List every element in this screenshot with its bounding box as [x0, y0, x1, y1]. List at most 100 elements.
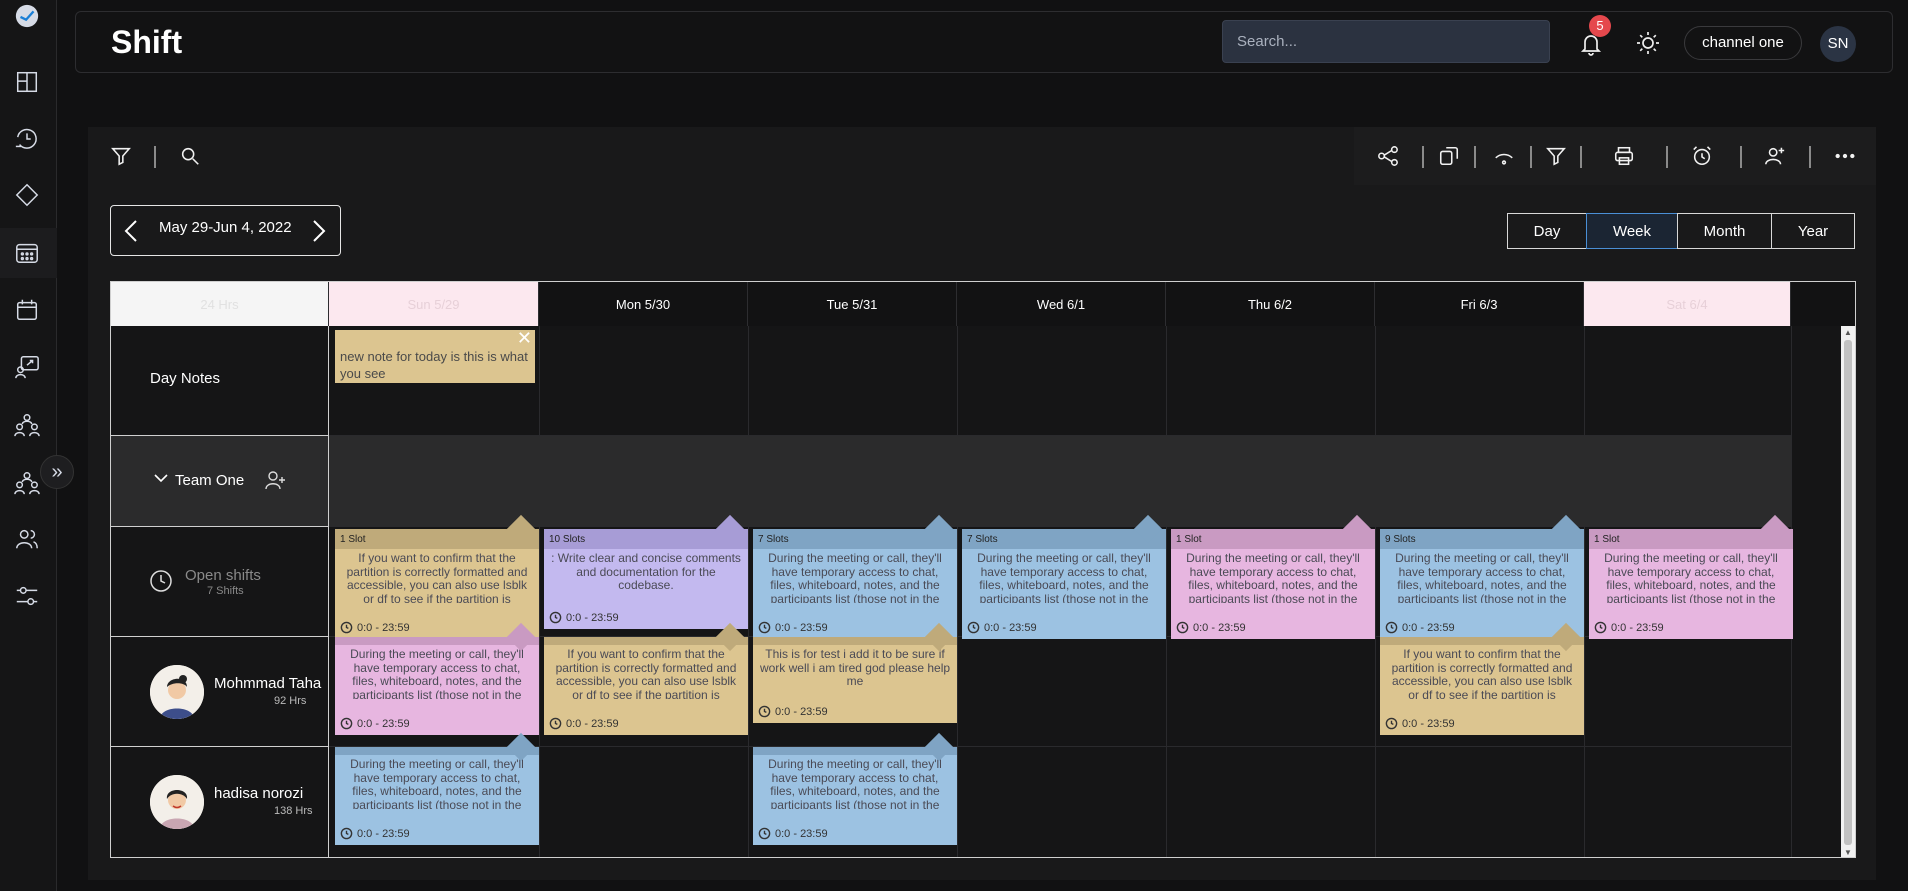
- presentation-icon[interactable]: [13, 353, 41, 381]
- diamond-icon[interactable]: [13, 181, 41, 209]
- shift-time-text: 0:0 - 23:59: [566, 717, 619, 730]
- view-day-button[interactable]: Day: [1507, 213, 1587, 249]
- day-header[interactable]: Tue 5/31: [748, 282, 957, 326]
- shift-card[interactable]: 1 Slot If you want to confirm that the pa…: [335, 514, 539, 639]
- slot-count: 10 Slots: [544, 529, 748, 549]
- team-icon[interactable]: [13, 411, 41, 439]
- grid-line: [329, 746, 1791, 747]
- channel-selector-button[interactable]: channel one: [1684, 26, 1802, 60]
- next-week-chevron-right-icon[interactable]: [307, 219, 329, 243]
- app-title: Shift: [111, 24, 183, 60]
- view-year-button[interactable]: Year: [1771, 213, 1855, 249]
- shift-time-text: 0:0 - 23:59: [357, 621, 410, 634]
- day-header[interactable]: Sun 5/29: [329, 282, 539, 326]
- shift-description: If you want to confirm that the partitio…: [555, 647, 737, 699]
- view-week-button[interactable]: Week: [1586, 213, 1678, 249]
- side-rail: »: [0, 0, 74, 891]
- shift-time: 0:0 - 23:59: [1594, 621, 1664, 634]
- toolbar-divider: [1809, 146, 1811, 168]
- header-spacer: [1791, 282, 1855, 326]
- shift-card[interactable]: This is for test i add it to be sure if …: [753, 622, 957, 723]
- shift-card[interactable]: 7 Slots During the meeting or call, they'…: [962, 514, 1166, 639]
- group-icon[interactable]: [13, 469, 41, 497]
- day-header[interactable]: Fri 6/3: [1375, 282, 1584, 326]
- avatar[interactable]: [150, 775, 204, 829]
- calendar-toolbar: [88, 127, 1876, 185]
- person-name[interactable]: Mohmmad Taha: [214, 675, 321, 692]
- shift-card[interactable]: If you want to confirm that the partitio…: [1380, 622, 1584, 735]
- shift-card[interactable]: If you want to confirm that the partitio…: [544, 622, 748, 735]
- scroll-thumb[interactable]: [1844, 340, 1852, 845]
- users-icon[interactable]: [13, 525, 41, 553]
- search-input[interactable]: [1222, 20, 1550, 63]
- open-shifts-count: 7 Shifts: [207, 585, 244, 597]
- history-icon[interactable]: [13, 125, 41, 153]
- more-icon[interactable]: [1830, 141, 1860, 171]
- scroll-up-arrow-icon[interactable]: ▲: [1844, 328, 1852, 337]
- shift-card[interactable]: 9 Slots During the meeting or call, they'…: [1380, 514, 1584, 639]
- team-name[interactable]: Team One: [175, 472, 244, 489]
- grid-line: [748, 326, 749, 857]
- clock-icon: [758, 621, 771, 634]
- day-note[interactable]: ✕ new note for today is this is what you…: [335, 329, 535, 383]
- avatar[interactable]: [150, 665, 204, 719]
- search-icon[interactable]: [175, 141, 205, 171]
- shift-card[interactable]: 10 Slots: Write clear and concise commen…: [544, 514, 748, 629]
- day-note-text: new note for today is this is what you s…: [340, 349, 528, 381]
- shift-time: 0:0 - 23:59: [340, 717, 410, 730]
- shift-card[interactable]: 1 Slot During the meeting or call, they'l…: [1589, 514, 1793, 639]
- copy-icon[interactable]: [1434, 141, 1464, 171]
- user-avatar[interactable]: SN: [1820, 26, 1856, 62]
- shift-card[interactable]: During the meeting or call, they'll have…: [335, 732, 539, 845]
- grid-line: [539, 326, 540, 857]
- toolbar-divider: [1422, 146, 1424, 168]
- alarm-icon[interactable]: [1687, 141, 1717, 171]
- settings-sliders-icon[interactable]: [13, 582, 41, 610]
- clock-icon: [1594, 621, 1607, 634]
- day-header[interactable]: Thu 6/2: [1166, 282, 1375, 326]
- wifi-icon[interactable]: [1489, 141, 1519, 171]
- shift-time: 0:0 - 23:59: [758, 621, 828, 634]
- day-header[interactable]: Wed 6/1: [957, 282, 1166, 326]
- clock-icon: [758, 705, 771, 718]
- scroll-down-arrow-icon[interactable]: ▼: [1844, 848, 1852, 857]
- shift-card[interactable]: During the meeting or call, they'll have…: [335, 622, 539, 735]
- expand-sidebar-button[interactable]: »: [40, 455, 74, 489]
- date-range-label: May 29-Jun 4, 2022: [159, 219, 292, 236]
- shift-card[interactable]: 7 Slots During the meeting or call, they'…: [753, 514, 957, 639]
- share-icon[interactable]: [1373, 141, 1403, 171]
- day-header[interactable]: Sat 6/4: [1584, 282, 1791, 326]
- shift-card[interactable]: 1 Slot During the meeting or call, they'l…: [1171, 514, 1375, 639]
- add-member-icon[interactable]: [264, 469, 286, 491]
- shift-card[interactable]: During the meeting or call, they'll have…: [753, 732, 957, 845]
- shift-time-text: 0:0 - 23:59: [566, 611, 619, 624]
- dashboard-icon[interactable]: [13, 68, 41, 96]
- print-icon[interactable]: [1609, 141, 1639, 171]
- view-month-button[interactable]: Month: [1677, 213, 1772, 249]
- chevron-down-icon[interactable]: [153, 470, 169, 486]
- theme-toggle-sun-icon[interactable]: [1633, 28, 1663, 58]
- close-icon[interactable]: ✕: [517, 329, 532, 347]
- add-user-icon[interactable]: [1760, 141, 1790, 171]
- person-name[interactable]: hadisa norozi: [214, 785, 303, 802]
- toolbar-divider: [1740, 146, 1742, 168]
- clock-icon: [340, 827, 353, 840]
- top-header: Shift 5 channel one SN: [75, 11, 1893, 73]
- shift-time: 0:0 - 23:59: [967, 621, 1037, 634]
- shift-description: : Write clear and concise comments and d…: [551, 551, 741, 592]
- shift-description: During the meeting or call, they'll have…: [350, 647, 524, 699]
- shift-description: During the meeting or call, they'll have…: [977, 551, 1151, 603]
- shift-time: 0:0 - 23:59: [340, 827, 410, 840]
- vertical-scrollbar[interactable]: ▲ ▼: [1841, 326, 1855, 857]
- calendar-icon[interactable]: [13, 296, 41, 324]
- team-row-label: Team One: [111, 435, 329, 526]
- day-header[interactable]: Mon 5/30: [539, 282, 748, 326]
- calendar-grid-icon[interactable]: [13, 239, 41, 267]
- filter-icon[interactable]: [1541, 141, 1571, 171]
- shift-time-text: 0:0 - 23:59: [1611, 621, 1664, 634]
- slot-count: 7 Slots: [962, 529, 1166, 549]
- day-notes-label: Day Notes: [150, 370, 221, 387]
- logo-icon[interactable]: [13, 2, 41, 30]
- prev-week-chevron-left-icon[interactable]: [121, 219, 143, 243]
- filter-icon[interactable]: [106, 141, 136, 171]
